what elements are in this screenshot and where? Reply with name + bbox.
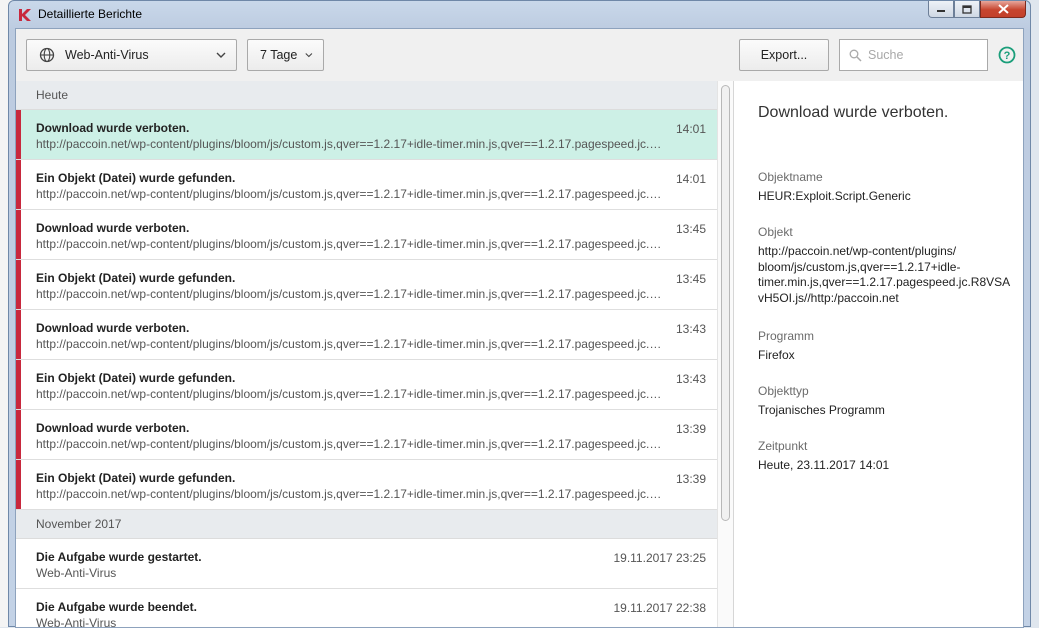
- event-row[interactable]: Download wurde verboten. http://paccoin.n…: [16, 110, 717, 160]
- report-window: Detaillierte Berichte Web-Anti-Virus 7 T…: [8, 0, 1031, 628]
- period-dropdown-value: 7 Tage: [260, 48, 298, 62]
- event-subtitle: http://paccoin.net/wp-content/plugins/bl…: [36, 187, 668, 201]
- detail-field: Objektname HEUR:Exploit.Script.Generic: [758, 170, 1008, 205]
- event-time: 13:43: [675, 322, 706, 336]
- detail-title: Download wurde verboten.: [758, 104, 949, 121]
- help-icon[interactable]: ?: [998, 46, 1016, 64]
- detail-field-label: Objekttyp: [758, 384, 809, 398]
- period-dropdown[interactable]: 7 Tage: [247, 39, 324, 71]
- event-title: Die Aufgabe wurde gestartet.: [36, 550, 202, 564]
- event-row[interactable]: Download wurde verboten. http://paccoin.n…: [16, 410, 717, 460]
- search-placeholder: Suche: [868, 48, 904, 62]
- event-row[interactable]: Ein Objekt (Datei) wurde gefunden. http:/…: [16, 360, 717, 410]
- event-subtitle: http://paccoin.net/wp-content/plugins/bl…: [36, 487, 668, 501]
- kaspersky-logo-icon: [19, 9, 31, 21]
- event-time: 13:39: [675, 472, 706, 486]
- detail-field: Objekt http://paccoin.net/wp-content/plug…: [758, 225, 1011, 306]
- close-icon: [997, 4, 1009, 14]
- detail-panel: Download wurde verboten. Objektname HEUR:…: [733, 81, 1023, 627]
- event-row[interactable]: Ein Objekt (Datei) wurde gefunden. http:/…: [16, 260, 717, 310]
- group-header: Heute: [16, 81, 717, 110]
- event-time: 19.11.2017 22:38: [613, 601, 706, 615]
- event-row[interactable]: Ein Objekt (Datei) wurde gefunden. http:/…: [16, 460, 717, 510]
- detail-field-value: http://paccoin.net/wp-content/plugins/ b…: [758, 244, 1011, 305]
- event-time: 14:01: [675, 172, 706, 186]
- event-title: Ein Objekt (Datei) wurde gefunden.: [36, 271, 236, 285]
- chevron-down-icon: [305, 53, 313, 58]
- event-subtitle: http://paccoin.net/wp-content/plugins/bl…: [36, 237, 668, 251]
- globe-icon: [39, 47, 55, 63]
- scrollbar-thumb[interactable]: [721, 85, 730, 521]
- detail-field-label: Zeitpunkt: [758, 439, 808, 453]
- event-title: Ein Objekt (Datei) wurde gefunden.: [36, 371, 236, 385]
- event-title: Download wurde verboten.: [36, 221, 190, 235]
- detail-field-label: Objekt: [758, 225, 793, 239]
- detail-field-label: Programm: [758, 329, 815, 343]
- chevron-down-icon: [216, 52, 226, 58]
- maximize-icon: [962, 4, 972, 14]
- event-title: Download wurde verboten.: [36, 321, 190, 335]
- detail-field-label: Objektname: [758, 170, 823, 184]
- module-dropdown-value: Web-Anti-Virus: [65, 48, 149, 62]
- event-time: 13:45: [675, 272, 706, 286]
- group-header: November 2017: [16, 510, 717, 539]
- event-title: Download wurde verboten.: [36, 121, 190, 135]
- detail-field-value: Heute, 23.11.2017 14:01: [758, 458, 890, 472]
- event-row[interactable]: Die Aufgabe wurde gestartet. Web-Anti-Vir…: [16, 539, 717, 589]
- event-time: 13:43: [675, 372, 706, 386]
- event-time: 13:39: [675, 422, 706, 436]
- module-dropdown[interactable]: Web-Anti-Virus: [26, 39, 237, 71]
- event-row[interactable]: Download wurde verboten. http://paccoin.n…: [16, 210, 717, 260]
- event-time: 14:01: [675, 122, 706, 136]
- detail-field: Zeitpunkt Heute, 23.11.2017 14:01: [758, 439, 1008, 474]
- event-row[interactable]: Ein Objekt (Datei) wurde gefunden. http:/…: [16, 160, 717, 210]
- detail-field-value: HEUR:Exploit.Script.Generic: [758, 189, 911, 203]
- search-input[interactable]: Suche: [839, 39, 988, 71]
- event-subtitle: http://paccoin.net/wp-content/plugins/bl…: [36, 287, 668, 301]
- detail-field: Objekttyp Trojanisches Programm: [758, 384, 1008, 419]
- event-subtitle: http://paccoin.net/wp-content/plugins/bl…: [36, 337, 668, 351]
- maximize-button[interactable]: [954, 1, 980, 18]
- minimize-button[interactable]: [928, 1, 954, 18]
- detail-field: Programm Firefox: [758, 329, 1008, 364]
- event-time: 19.11.2017 23:25: [613, 551, 706, 565]
- detail-field-value: Firefox: [758, 348, 795, 362]
- window-controls: [928, 1, 1026, 19]
- event-row[interactable]: Die Aufgabe wurde beendet. Web-Anti-Virus…: [16, 589, 717, 627]
- event-subtitle: Web-Anti-Virus: [36, 566, 117, 580]
- event-subtitle: http://paccoin.net/wp-content/plugins/bl…: [36, 137, 668, 151]
- event-subtitle: http://paccoin.net/wp-content/plugins/bl…: [36, 387, 668, 401]
- minimize-icon: [937, 10, 945, 12]
- close-button[interactable]: [980, 1, 1026, 18]
- title-bar[interactable]: Detaillierte Berichte: [9, 1, 1030, 28]
- event-subtitle: http://paccoin.net/wp-content/plugins/bl…: [36, 437, 668, 451]
- toolbar: Web-Anti-Virus 7 Tage Export... Suche ?: [16, 29, 1023, 82]
- search-icon: [849, 49, 862, 62]
- event-title: Download wurde verboten.: [36, 421, 190, 435]
- event-list: Heute Download wurde verboten. http://pacc…: [16, 81, 717, 627]
- report-client-area: Web-Anti-Virus 7 Tage Export... Suche ? …: [15, 28, 1024, 628]
- detail-field-value: Trojanisches Programm: [758, 403, 885, 417]
- window-title: Detaillierte Berichte: [38, 7, 143, 21]
- event-time: 13:45: [675, 222, 706, 236]
- event-row[interactable]: Download wurde verboten. http://paccoin.n…: [16, 310, 717, 360]
- export-button[interactable]: Export...: [739, 39, 829, 71]
- svg-text:?: ?: [1004, 50, 1011, 62]
- event-title: Ein Objekt (Datei) wurde gefunden.: [36, 171, 236, 185]
- event-title: Die Aufgabe wurde beendet.: [36, 600, 197, 614]
- list-scrollbar[interactable]: [717, 81, 733, 627]
- event-title: Ein Objekt (Datei) wurde gefunden.: [36, 471, 236, 485]
- event-subtitle: Web-Anti-Virus: [36, 616, 117, 627]
